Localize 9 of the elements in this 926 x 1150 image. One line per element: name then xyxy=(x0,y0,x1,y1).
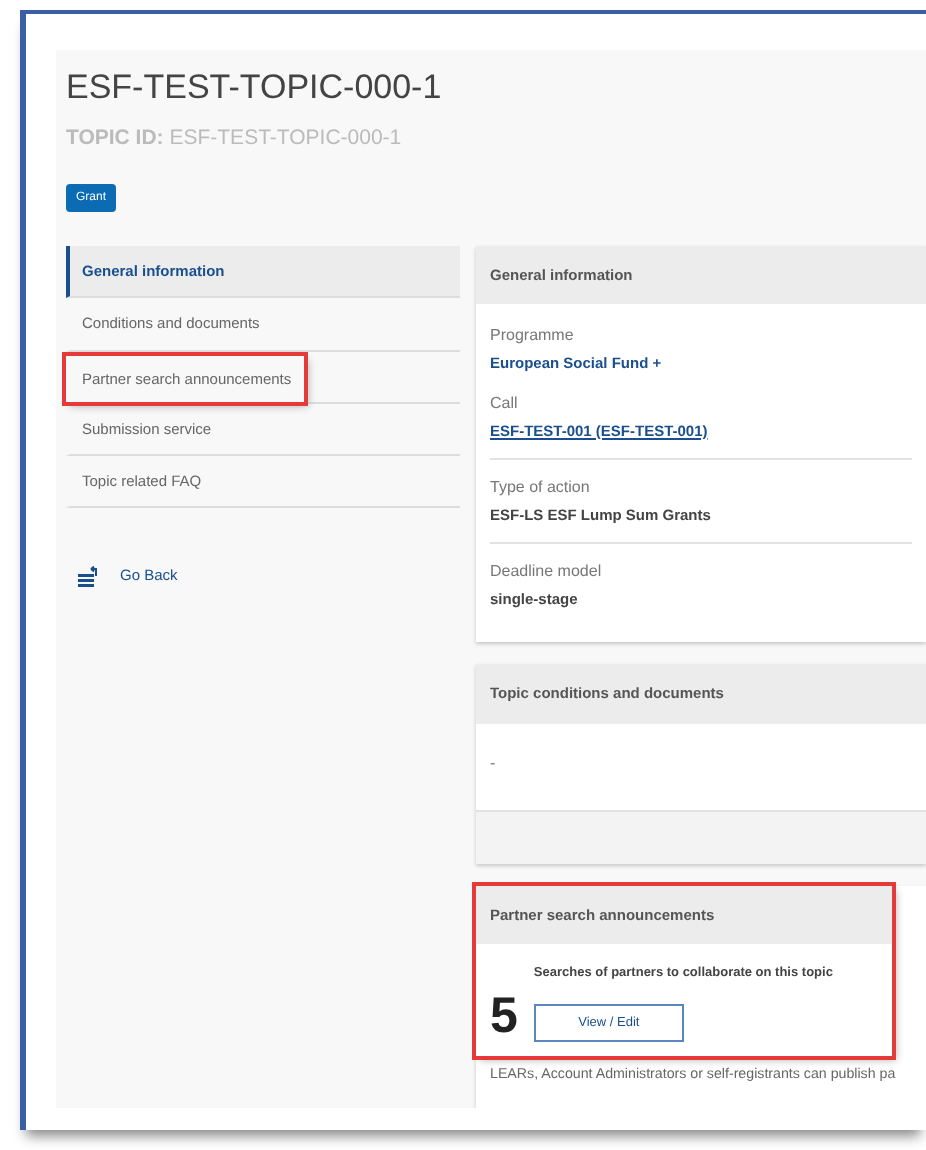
field-label: Type of action xyxy=(490,475,592,500)
page-title: ESF-TEST-TOPIC-000-1 xyxy=(66,68,444,109)
placeholder-dash: - xyxy=(490,753,496,772)
topic-id: TOPIC ID: ESF-TEST-TOPIC-000-1 xyxy=(66,124,404,155)
field-label: Deadline model xyxy=(490,560,604,585)
field-label: Programme xyxy=(490,324,576,349)
list-back-icon xyxy=(78,565,102,588)
search-count: 5 xyxy=(490,992,518,1043)
field-label: Call xyxy=(490,391,520,416)
